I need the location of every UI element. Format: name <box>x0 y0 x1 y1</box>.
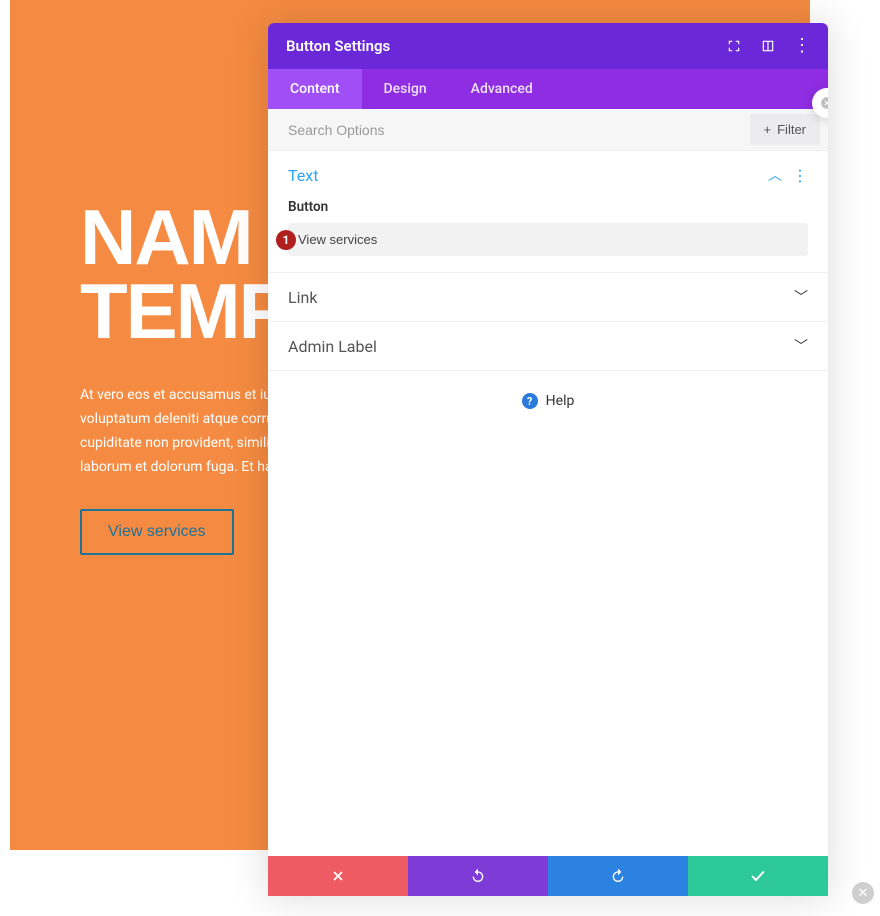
hero-paragraph: At vero eos et accusamus et iusto volupt… <box>80 384 300 479</box>
panel-layout-icon[interactable] <box>760 38 776 54</box>
modal-footer <box>268 856 828 896</box>
text-field-wrap: 1 <box>288 223 808 256</box>
tab-design[interactable]: Design <box>362 69 449 109</box>
section-title: Admin Label <box>288 337 377 356</box>
cancel-button[interactable] <box>268 856 408 896</box>
section-header-text[interactable]: Text ︿ ⋮ <box>268 151 828 199</box>
modal-title: Button Settings <box>286 37 390 55</box>
view-services-button[interactable]: View services <box>80 509 234 555</box>
modal-header: Button Settings ⋮ <box>268 23 828 69</box>
help-label: Help <box>546 393 575 409</box>
button-settings-modal: Button Settings ⋮ Content Design Advance… <box>268 23 828 896</box>
help-row[interactable]: ? Help <box>268 371 828 431</box>
expand-icon[interactable] <box>726 38 742 54</box>
undo-button[interactable] <box>408 856 548 896</box>
section-text: Text ︿ ⋮ Button 1 <box>268 151 828 273</box>
search-row: + Filter <box>268 109 828 151</box>
tab-content[interactable]: Content <box>268 69 362 109</box>
save-button[interactable] <box>688 856 828 896</box>
minimize-icon[interactable]: ✕ <box>852 882 874 904</box>
section-content-text: Button 1 <box>268 199 828 272</box>
header-actions: ⋮ <box>726 38 810 54</box>
section-header-link[interactable]: Link ﹀ <box>268 273 828 321</box>
section-link: Link ﹀ <box>268 273 828 322</box>
kebab-menu-icon[interactable]: ⋮ <box>792 166 808 185</box>
section-admin-label: Admin Label ﹀ <box>268 322 828 371</box>
chevron-up-icon: ︿ <box>768 165 782 185</box>
redo-button[interactable] <box>548 856 688 896</box>
plus-icon: + <box>764 122 772 137</box>
field-label-button: Button <box>288 199 808 215</box>
section-header-admin[interactable]: Admin Label ﹀ <box>268 322 828 370</box>
search-input[interactable] <box>268 110 750 150</box>
chevron-down-icon: ﹀ <box>794 287 808 307</box>
section-title: Text <box>288 166 318 185</box>
button-text-input[interactable] <box>288 223 808 256</box>
tab-advanced[interactable]: Advanced <box>449 69 555 109</box>
chevron-down-icon: ﹀ <box>794 336 808 356</box>
help-icon: ? <box>522 393 538 409</box>
annotation-marker-1: 1 <box>276 230 296 250</box>
filter-label: Filter <box>777 122 806 137</box>
section-title: Link <box>288 288 317 307</box>
tabs: Content Design Advanced <box>268 69 828 109</box>
kebab-menu-icon[interactable]: ⋮ <box>794 38 810 54</box>
panel-body: Text ︿ ⋮ Button 1 Link ﹀ Ad <box>268 151 828 856</box>
filter-button[interactable]: + Filter <box>750 114 820 145</box>
